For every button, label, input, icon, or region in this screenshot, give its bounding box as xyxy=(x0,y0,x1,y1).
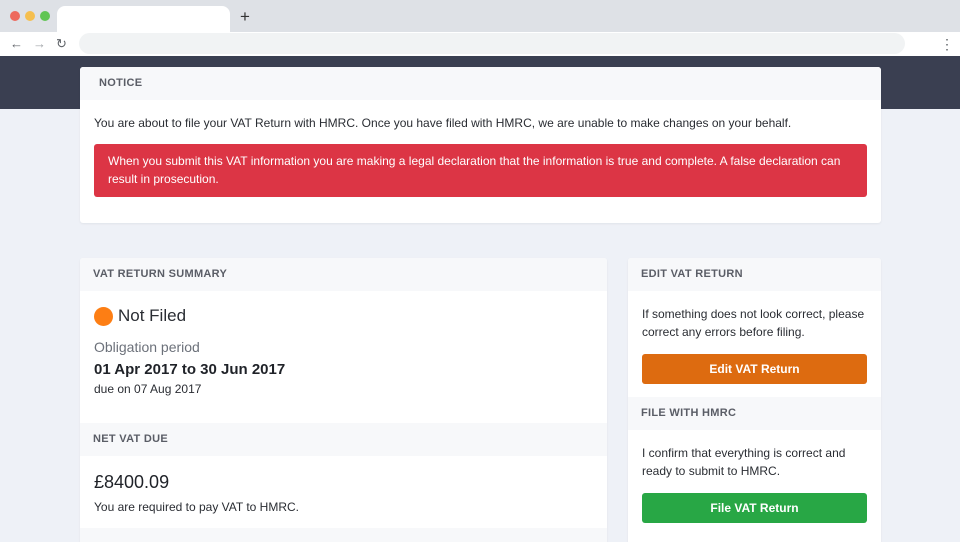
page-content: NOTICE You are about to file your VAT Re… xyxy=(0,56,960,542)
edit-vat-return-button[interactable]: Edit VAT Return xyxy=(642,354,867,384)
new-tab-button[interactable]: + xyxy=(240,7,250,27)
obligation-period-label: Obligation period xyxy=(94,339,200,355)
minimize-window-button[interactable] xyxy=(25,11,35,21)
notice-header: NOTICE xyxy=(80,67,881,100)
file-confirmation-text: I confirm that everything is correct and… xyxy=(642,446,846,478)
forward-arrow-icon[interactable]: → xyxy=(33,35,46,53)
close-window-button[interactable] xyxy=(10,11,20,21)
net-vat-due-header: NET VAT DUE xyxy=(80,423,607,456)
reload-icon[interactable]: ↻ xyxy=(56,35,67,53)
browser-toolbar: ← → ↻ ⋮ xyxy=(0,32,960,56)
browser-menu-icon[interactable]: ⋮ xyxy=(940,35,954,53)
back-arrow-icon[interactable]: ← xyxy=(10,35,23,53)
browser-tab-strip: + xyxy=(0,0,960,32)
notice-text: You are about to file your VAT Return wi… xyxy=(94,116,792,130)
summary-footer-band xyxy=(80,528,607,542)
net-vat-note: You are required to pay VAT to HMRC. xyxy=(94,500,299,514)
status-dot-icon xyxy=(94,306,113,326)
actions-card: EDIT VAT RETURN If something does not lo… xyxy=(628,258,881,542)
summary-header: VAT RETURN SUMMARY xyxy=(80,258,607,291)
maximize-window-button[interactable] xyxy=(40,11,50,21)
net-vat-amount: £8400.09 xyxy=(94,472,170,492)
file-vat-return-button[interactable]: File VAT Return xyxy=(642,493,867,523)
edit-instructions: If something does not look correct, plea… xyxy=(642,307,865,339)
file-with-hmrc-header: FILE WITH HMRC xyxy=(628,397,881,430)
vat-return-summary-card: VAT RETURN SUMMARY Not Filed Obligation … xyxy=(80,258,607,542)
edit-vat-return-header: EDIT VAT RETURN xyxy=(628,258,881,291)
filing-status: Not Filed xyxy=(94,306,186,326)
browser-tab[interactable] xyxy=(57,6,230,32)
status-label: Not Filed xyxy=(118,306,187,325)
due-date: due on 07 Aug 2017 xyxy=(94,382,202,396)
legal-declaration-alert: When you submit this VAT information you… xyxy=(94,144,867,197)
notice-card: NOTICE You are about to file your VAT Re… xyxy=(80,67,881,223)
obligation-period-dates: 01 Apr 2017 to 30 Jun 2017 xyxy=(94,361,286,378)
address-bar[interactable] xyxy=(79,33,905,54)
